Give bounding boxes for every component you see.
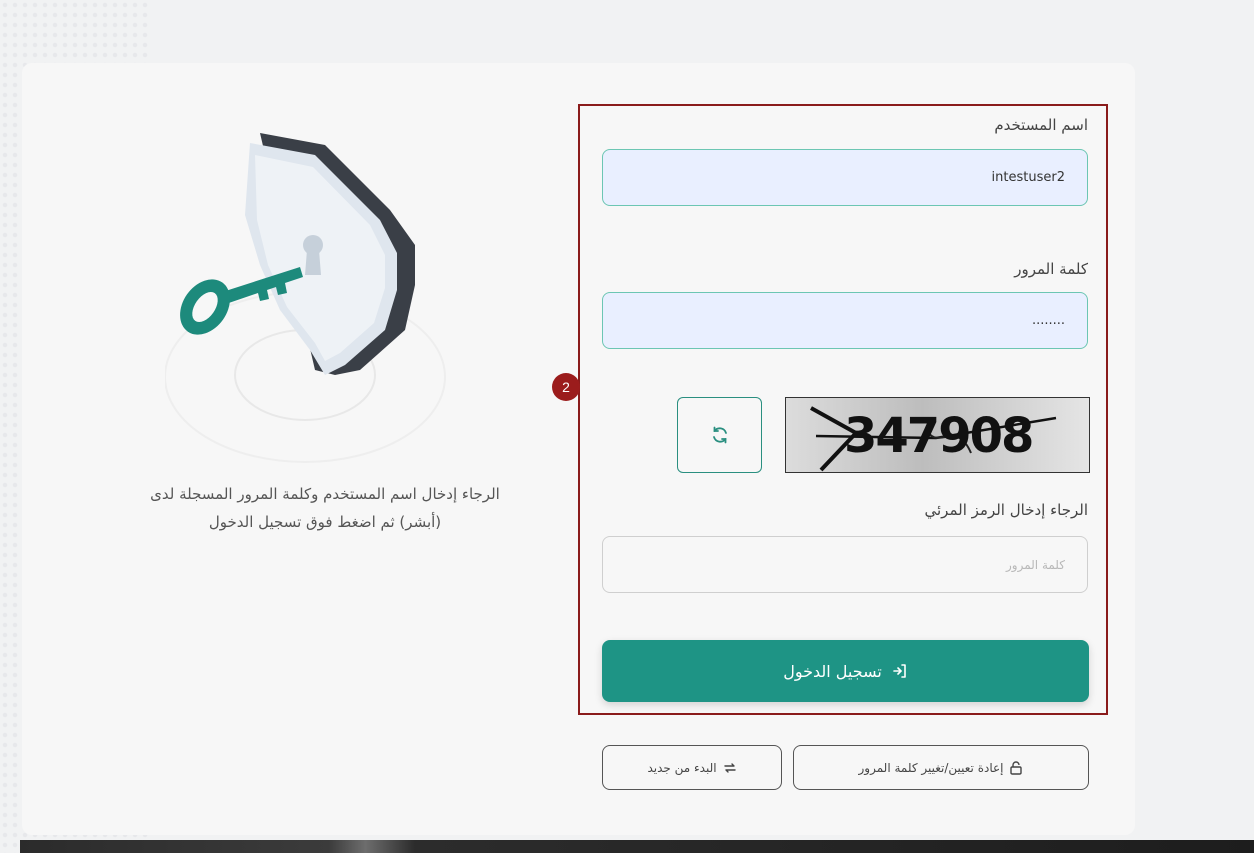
username-field[interactable]: intestuser2 [602,149,1088,206]
captcha-image: 347908 [785,397,1090,473]
password-field[interactable]: ........ [602,292,1088,349]
login-button[interactable]: تسجيل الدخول [602,640,1089,702]
start-over-label: البدء من جديد [647,760,717,775]
captcha-text: 347908 [844,408,1034,464]
reset-password-label: إعادة تعيين/تغيير كلمة المرور [858,760,1004,775]
login-arrow-icon [892,664,906,678]
refresh-captcha-button[interactable] [677,397,762,473]
username-label: اسم المستخدم [994,116,1088,134]
login-instructions: الرجاء إدخال اسم المستخدم وكلمة المرور ا… [150,485,500,531]
captcha-placeholder: كلمة المرور [1005,557,1065,572]
swap-icon [723,762,736,773]
login-button-label: تسجيل الدخول [783,661,882,681]
shield-key-illustration [165,133,446,463]
password-value: ........ [1031,313,1065,328]
lock-icon [1010,760,1023,775]
start-over-button[interactable]: البدء من جديد [602,745,782,790]
password-label: كلمة المرور [1014,260,1088,278]
reset-password-button[interactable]: إعادة تعيين/تغيير كلمة المرور [793,745,1089,790]
step-badge: 2 [552,373,580,401]
taskbar-strip [20,840,1254,853]
refresh-icon [712,426,727,444]
captcha-input[interactable]: كلمة المرور [602,536,1088,593]
username-value: intestuser2 [991,170,1065,185]
captcha-label: الرجاء إدخال الرمز المرئي [924,501,1089,519]
